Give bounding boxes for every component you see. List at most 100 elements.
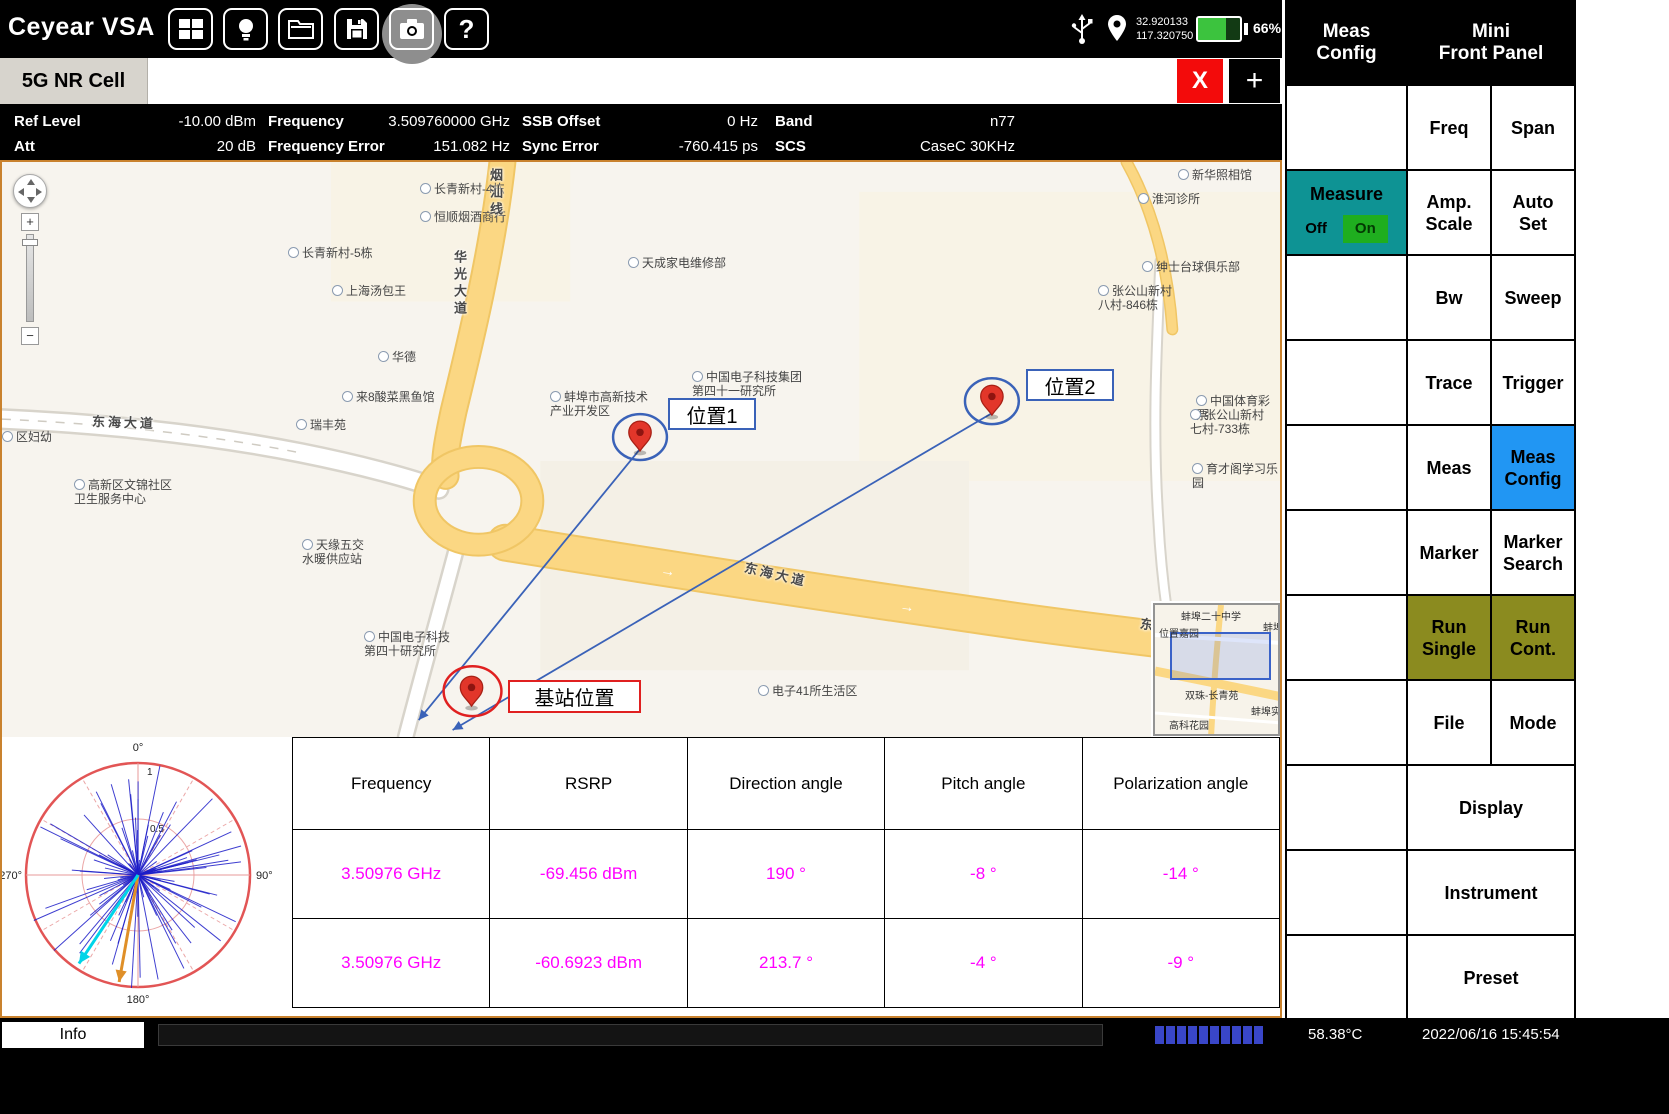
map-road-label: 烟汕线 <box>486 168 505 219</box>
add-tab-button[interactable]: + <box>1229 59 1280 103</box>
save-button[interactable] <box>334 8 379 50</box>
battery-icon <box>1196 16 1242 42</box>
tab-5g-nr-cell[interactable]: 5G NR Cell <box>0 58 148 104</box>
result-value-cell: 190 ° <box>687 830 884 919</box>
content-frame: → → 长青新村-4栋恒顺烟酒商行淮河诊所新华照相馆长青新村-5栋天成家电维修部… <box>0 160 1282 1018</box>
app-title: Ceyear VSA <box>8 13 155 42</box>
panel-button-sweep[interactable]: Sweep <box>1492 256 1574 339</box>
zoom-slider-handle[interactable] <box>22 239 38 246</box>
panel-button-span[interactable]: Span <box>1492 86 1574 169</box>
battery-percent: 66% <box>1253 20 1281 36</box>
info-value: CaseC 30KHz <box>845 138 1015 155</box>
panel-button-display[interactable]: Display <box>1408 766 1574 849</box>
info-value: 3.509760000 GHz <box>380 113 510 130</box>
help-button[interactable]: ? <box>444 8 489 50</box>
panel-button-marker[interactable]: Marker <box>1408 511 1490 594</box>
svg-text:270°: 270° <box>2 870 22 882</box>
panel-button-meas[interactable]: Meas <box>1408 426 1490 509</box>
brightness-icon <box>234 16 258 42</box>
panel-header-meas-config: Meas Config <box>1287 2 1406 84</box>
svg-text:→: → <box>899 598 916 617</box>
polar-plot: 0°90°180°270°10.5 <box>2 737 292 1016</box>
progress-segment <box>1210 1026 1219 1044</box>
brightness-button[interactable] <box>223 8 268 50</box>
panel-button-mode[interactable]: Mode <box>1492 681 1574 764</box>
panel-button-freq[interactable]: Freq <box>1408 86 1490 169</box>
screenshot-camera-button[interactable] <box>389 8 434 50</box>
progress-segment <box>1232 1026 1241 1044</box>
panel-button-run-cont[interactable]: Run Cont. <box>1492 596 1574 679</box>
panel-button-bw[interactable]: Bw <box>1408 256 1490 339</box>
svg-text:→: → <box>659 562 676 581</box>
pan-right-icon <box>36 188 42 196</box>
result-header-cell: RSRP <box>490 738 687 830</box>
result-value-cell: -60.6923 dBm <box>490 919 687 1008</box>
panel-button-instrument[interactable]: Instrument <box>1408 851 1574 934</box>
panel-empty-cell <box>1287 341 1406 424</box>
folder-button[interactable] <box>278 8 323 50</box>
window-layout-button[interactable] <box>168 8 213 50</box>
map-poi-label: 天成家电维修部 <box>628 256 726 270</box>
map-poi-label: 绅士台球俱乐部 <box>1142 260 1240 274</box>
pan-down-icon <box>27 197 35 203</box>
map-annotation-position-2: 位置2 <box>1026 369 1114 401</box>
info-label: Att <box>14 138 35 155</box>
result-value-cell: -8 ° <box>885 830 1082 919</box>
minimap-label: 高科花园 <box>1169 717 1209 732</box>
panel-button-preset[interactable]: Preset <box>1408 936 1574 1019</box>
map-pan-control[interactable] <box>13 174 47 208</box>
gps-coordinates: 32.920133 117.320750 <box>1136 15 1193 43</box>
zoom-slider[interactable] <box>26 234 34 322</box>
panel-button-file[interactable]: File <box>1408 681 1490 764</box>
zoom-out-button[interactable]: − <box>21 327 39 345</box>
map-poi-label: 张公山新村 八村-846栋 <box>1098 284 1172 312</box>
measure-label: Measure <box>1310 183 1383 205</box>
info-button[interactable]: Info <box>2 1022 144 1048</box>
progress-segment <box>1188 1026 1197 1044</box>
map-view[interactable]: → → 长青新村-4栋恒顺烟酒商行淮河诊所新华照相馆长青新村-5栋天成家电维修部… <box>2 162 1280 737</box>
progress-segment <box>1155 1026 1164 1044</box>
panel-button-run-single[interactable]: Run Single <box>1408 596 1490 679</box>
svg-text:1: 1 <box>147 767 153 778</box>
usb-icon <box>1068 13 1096 50</box>
map-poi-label: 来8酸菜黑鱼馆 <box>342 390 435 404</box>
panel-empty-cell <box>1287 596 1406 679</box>
map-poi-label: 中国电子科技集团 第四十一研究所 <box>692 370 802 398</box>
zoom-in-button[interactable]: + <box>21 213 39 231</box>
result-header-cell: Polarization angle <box>1082 738 1279 830</box>
close-tab-button[interactable]: X <box>1177 59 1223 103</box>
panel-empty-cell <box>1287 851 1406 934</box>
info-value: 151.082 Hz <box>380 138 510 155</box>
info-label: Ref Level <box>14 113 81 130</box>
result-header-cell: Pitch angle <box>885 738 1082 830</box>
pan-up-icon <box>27 179 35 185</box>
svg-text:180°: 180° <box>127 994 150 1006</box>
result-value-cell: 3.50976 GHz <box>293 919 490 1008</box>
measure-off-button[interactable]: Off <box>1305 218 1327 240</box>
result-value-cell: -69.456 dBm <box>490 830 687 919</box>
panel-button-amp-scale[interactable]: Amp. Scale <box>1408 171 1490 254</box>
info-label: Band <box>775 113 813 130</box>
panel-empty-cell <box>1287 936 1406 1019</box>
map-overview-inset[interactable]: 蚌埠二十中学位置嘉园蚌埠双珠-长青苑蚌埠实验高科花园 <box>1153 603 1280 736</box>
folder-icon <box>288 18 314 40</box>
map-poi-label: 上海汤包王 <box>332 284 406 298</box>
panel-button-trace[interactable]: Trace <box>1408 341 1490 424</box>
panel-button-marker-search[interactable]: Marker Search <box>1492 511 1574 594</box>
measure-on-button[interactable]: On <box>1343 215 1388 243</box>
window-layout-icon <box>178 17 204 41</box>
map-road-label: 华光大道 <box>450 250 469 318</box>
save-icon <box>345 17 369 41</box>
map-poi-label: 电子41所生活区 <box>758 684 857 698</box>
measurement-info-bar: Ref Level -10.00 dBm Frequency 3.5097600… <box>0 104 1282 160</box>
result-value-cell: 3.50976 GHz <box>293 830 490 919</box>
panel-button-trigger[interactable]: Trigger <box>1492 341 1574 424</box>
panel-button-meas-config[interactable]: Meas Config <box>1492 426 1574 509</box>
panel-empty-cell <box>1287 766 1406 849</box>
softkey-panel: Meas ConfigMini Front PanelFreqSpanMeasu… <box>1285 0 1576 1021</box>
progress-segment <box>1166 1026 1175 1044</box>
minimap-label: 位置嘉园 <box>1159 625 1199 640</box>
panel-button-auto-set[interactable]: Auto Set <box>1492 171 1574 254</box>
measure-button[interactable]: Measure Off On <box>1287 171 1406 254</box>
result-table: FrequencyRSRPDirection anglePitch angleP… <box>292 737 1280 1008</box>
